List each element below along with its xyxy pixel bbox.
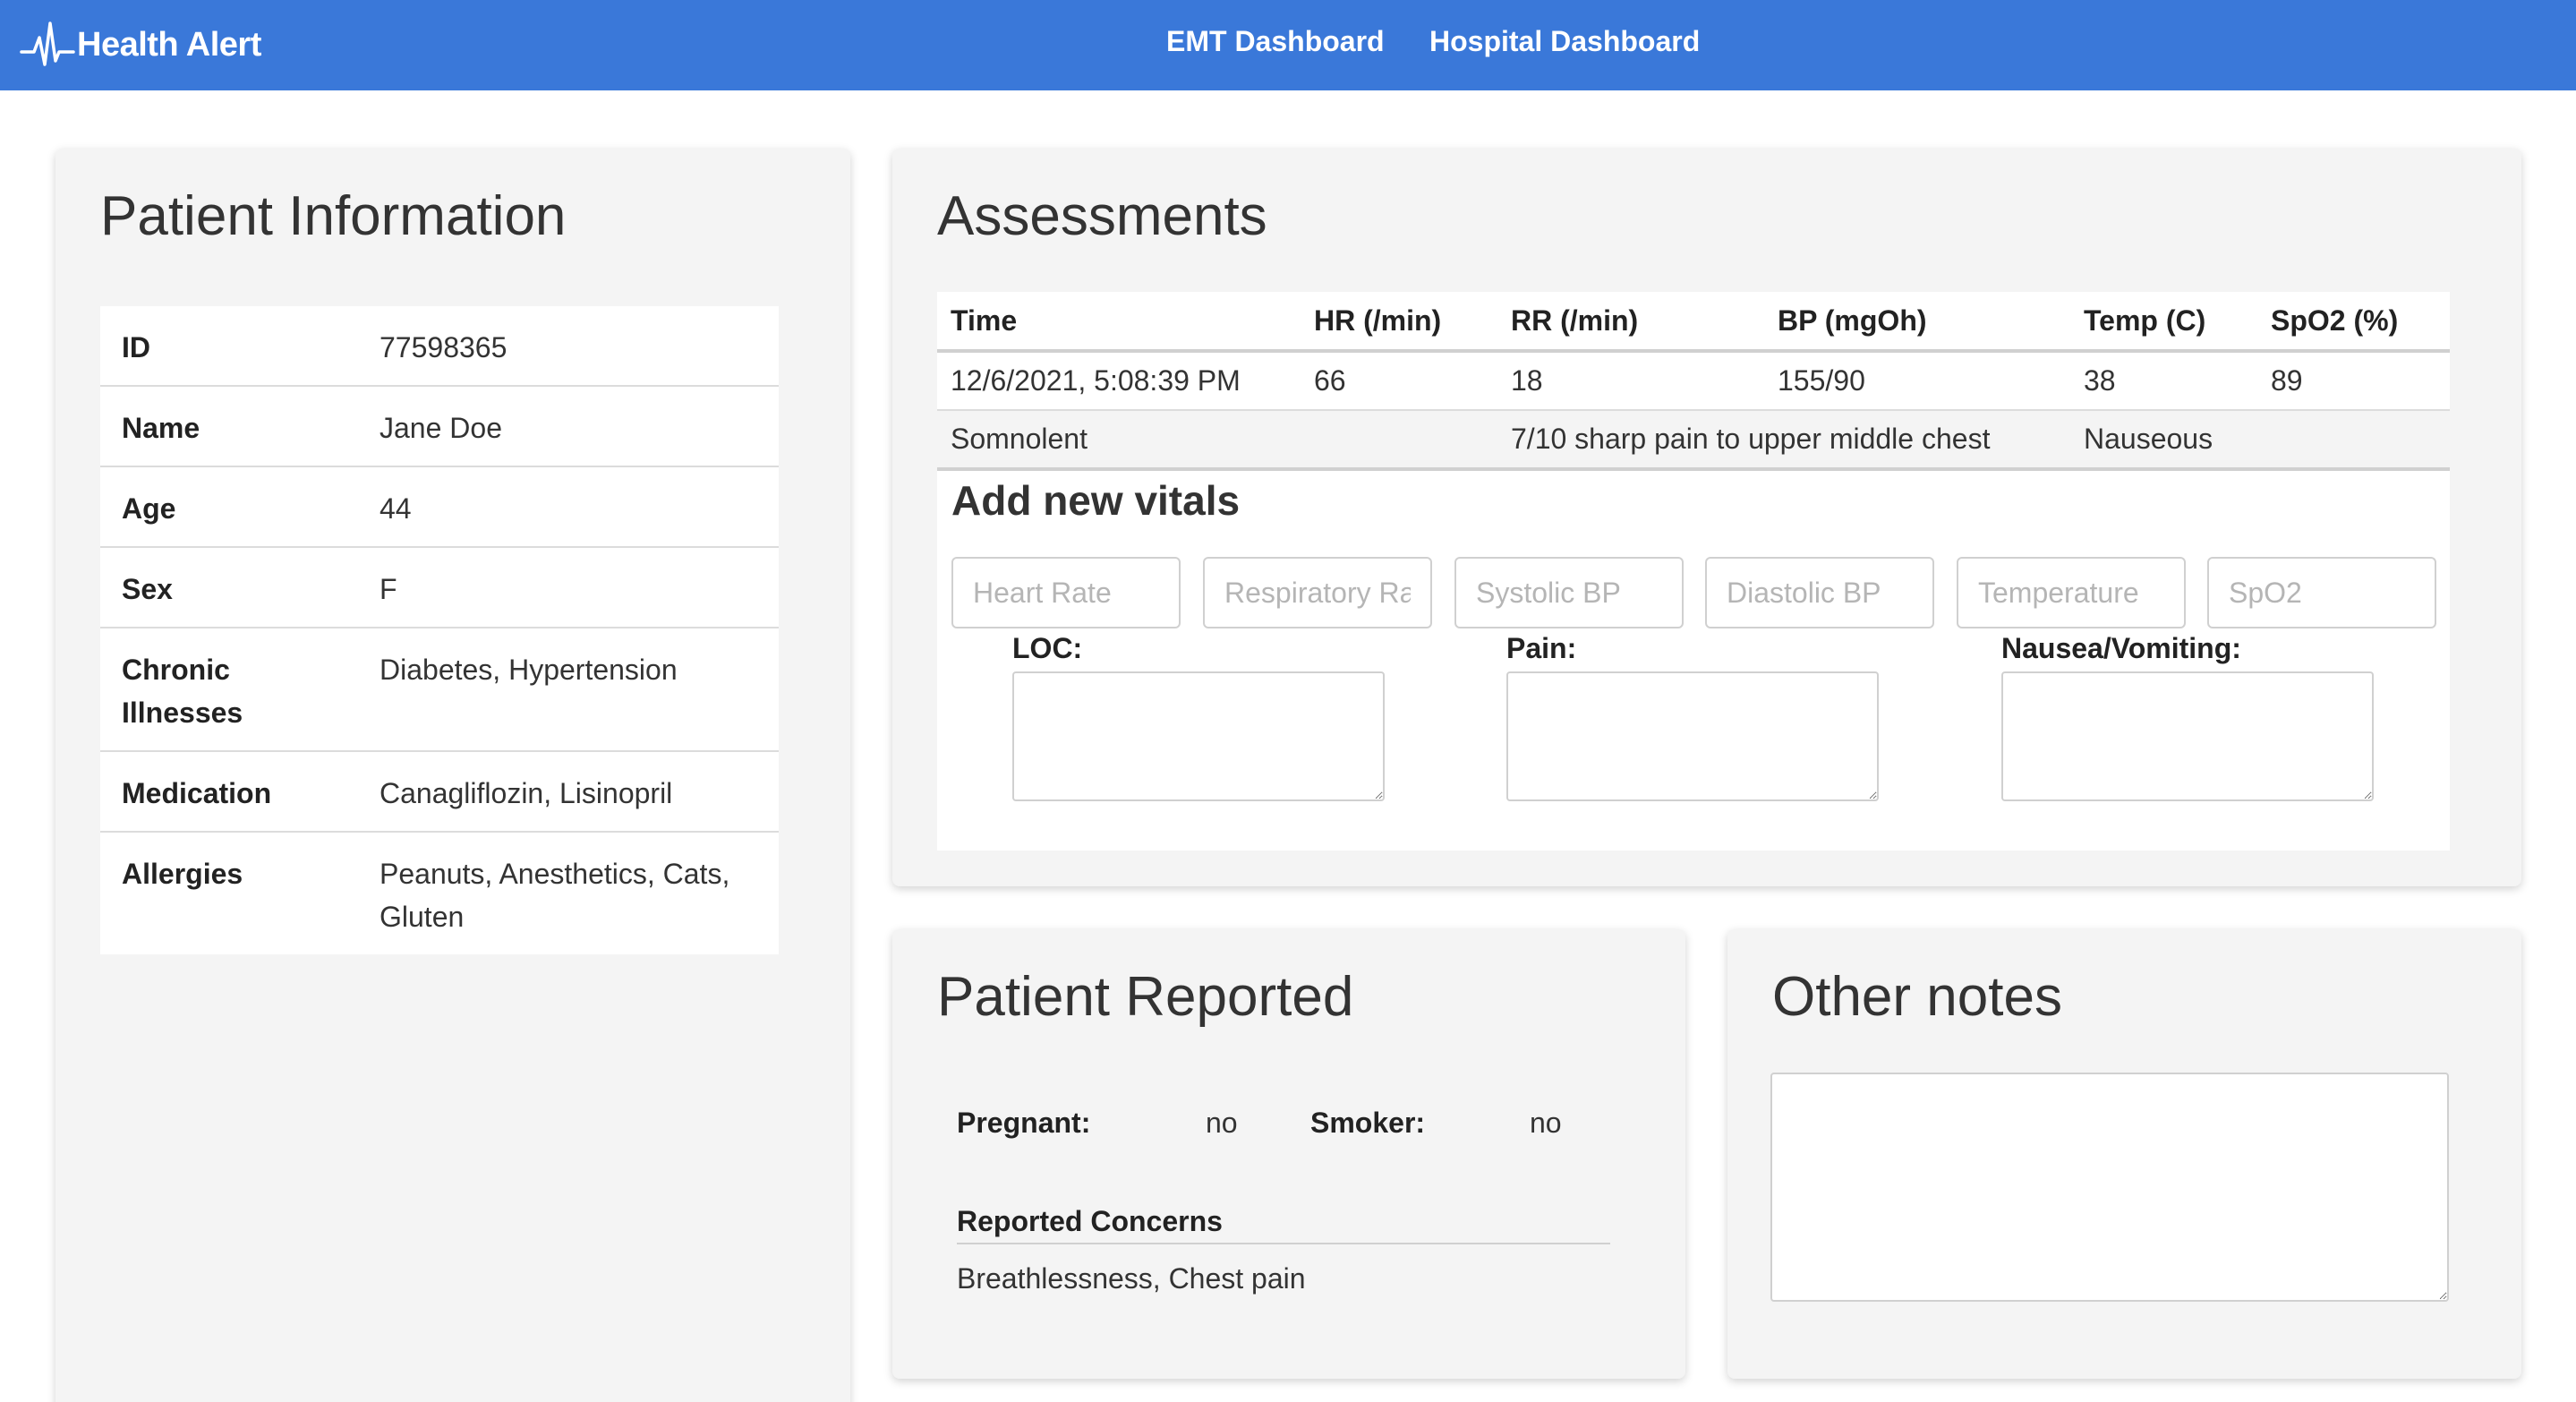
col-header-spo2: SpO2 (%) [2257, 292, 2450, 353]
col-header-hr: HR (/min) [1301, 292, 1497, 353]
col-header-bp: BP (mgOh) [1764, 292, 2070, 353]
navbar: Health Alert EMT Dashboard Hospital Dash… [0, 0, 2576, 90]
name-value: Jane Doe [358, 386, 779, 467]
patient-information-title: Patient Information [100, 185, 567, 247]
reported-concerns-value: Breathlessness, Chest pain [957, 1262, 1306, 1295]
smoker-value: no [1530, 1107, 1562, 1139]
brand-name: Health Alert [77, 25, 261, 64]
table-row: Sex F [100, 547, 779, 628]
patient-reported-card: Patient Reported Pregnant: no Smoker: no… [892, 929, 1685, 1379]
cell-rr: 18 [1497, 351, 1764, 411]
medication-value: Canagliflozin, Lisinopril [358, 751, 779, 833]
assessments-panel: Time HR (/min) RR (/min) BP (mgOh) Temp … [937, 292, 2450, 851]
table-row: Name Jane Doe [100, 386, 779, 467]
cell-bp: 155/90 [1764, 351, 2070, 411]
pregnant-value: no [1206, 1107, 1238, 1139]
loc-label: LOC: [1012, 632, 1083, 664]
nav-link-hospital-dashboard[interactable]: Hospital Dashboard [1429, 25, 1700, 58]
nausea-vomiting-label: Nausea/Vomiting: [2001, 632, 2241, 664]
cell-temp: 38 [2070, 351, 2257, 411]
patient-information-card: Patient Information ID 77598365 Name Jan… [55, 149, 850, 1402]
heart-rate-input[interactable] [951, 557, 1181, 628]
pregnant-label: Pregnant: [957, 1107, 1091, 1139]
age-value: 44 [358, 466, 779, 548]
col-header-rr: RR (/min) [1497, 292, 1764, 353]
table-row: 12/6/2021, 5:08:39 PM 66 18 155/90 38 89 [937, 351, 2450, 411]
loc-textarea[interactable] [1012, 671, 1385, 801]
nav-link-emt-dashboard[interactable]: EMT Dashboard [1166, 25, 1385, 58]
col-header-time: Time [937, 292, 1301, 353]
sex-value: F [358, 547, 779, 628]
assessments-card: Assessments Time HR (/min) RR (/min) BP … [892, 149, 2521, 886]
table-row: Age 44 [100, 466, 779, 548]
other-notes-card: Other notes [1727, 929, 2521, 1379]
other-notes-title: Other notes [1772, 966, 2062, 1028]
age-label: Age [100, 466, 358, 548]
cell-loc-note: Somnolent [937, 410, 1497, 471]
allergies-value: Peanuts, Anesthetics, Cats, Gluten [380, 858, 730, 933]
name-label: Name [100, 386, 358, 467]
chronic-illnesses-value: Diabetes, Hypertension [358, 628, 779, 752]
add-new-vitals-title: Add new vitals [951, 477, 1241, 524]
nausea-vomiting-textarea[interactable] [2001, 671, 2374, 801]
brand-link[interactable]: Health Alert [20, 16, 261, 73]
allergies-label: Allergies [122, 858, 243, 890]
cell-nausea-note: Nauseous [2070, 410, 2450, 471]
spo2-input[interactable] [2207, 557, 2436, 628]
systolic-bp-input[interactable] [1454, 557, 1684, 628]
patient-info-table: ID 77598365 Name Jane Doe Age 44 Sex F C… [100, 306, 779, 954]
chronic-illnesses-label: Chronic Illnesses [100, 628, 358, 752]
reported-concerns-heading: Reported Concerns [957, 1193, 1610, 1244]
cell-spo2: 89 [2257, 351, 2450, 411]
diastolic-bp-input[interactable] [1705, 557, 1934, 628]
cell-time: 12/6/2021, 5:08:39 PM [937, 351, 1301, 411]
table-row-notes: Somnolent 7/10 sharp pain to upper middl… [937, 410, 2450, 471]
heartbeat-icon [20, 21, 75, 66]
table-row: Medication Canagliflozin, Lisinopril [100, 751, 779, 833]
medication-label: Medication [100, 751, 358, 833]
table-header-row: Time HR (/min) RR (/min) BP (mgOh) Temp … [937, 292, 2450, 353]
table-row: Allergies Peanuts, Anesthetics, Cats, Gl… [100, 832, 779, 954]
pain-label: Pain: [1506, 632, 1577, 664]
table-row: ID 77598365 [100, 306, 779, 387]
temperature-input[interactable] [1957, 557, 2186, 628]
col-header-temp: Temp (C) [2070, 292, 2257, 353]
assessments-title: Assessments [937, 185, 1267, 247]
table-row: Chronic Illnesses Diabetes, Hypertension [100, 628, 779, 752]
assessments-table: Time HR (/min) RR (/min) BP (mgOh) Temp … [937, 292, 2450, 471]
patient-reported-title: Patient Reported [937, 966, 1354, 1028]
id-value: 77598365 [358, 306, 779, 387]
id-label: ID [100, 306, 358, 387]
sex-label: Sex [100, 547, 358, 628]
other-notes-textarea[interactable] [1770, 1073, 2449, 1302]
cell-pain-note: 7/10 sharp pain to upper middle chest [1497, 410, 2070, 471]
pain-textarea[interactable] [1506, 671, 1879, 801]
respiratory-rate-input[interactable] [1203, 557, 1432, 628]
cell-hr: 66 [1301, 351, 1497, 411]
smoker-label: Smoker: [1310, 1107, 1426, 1139]
